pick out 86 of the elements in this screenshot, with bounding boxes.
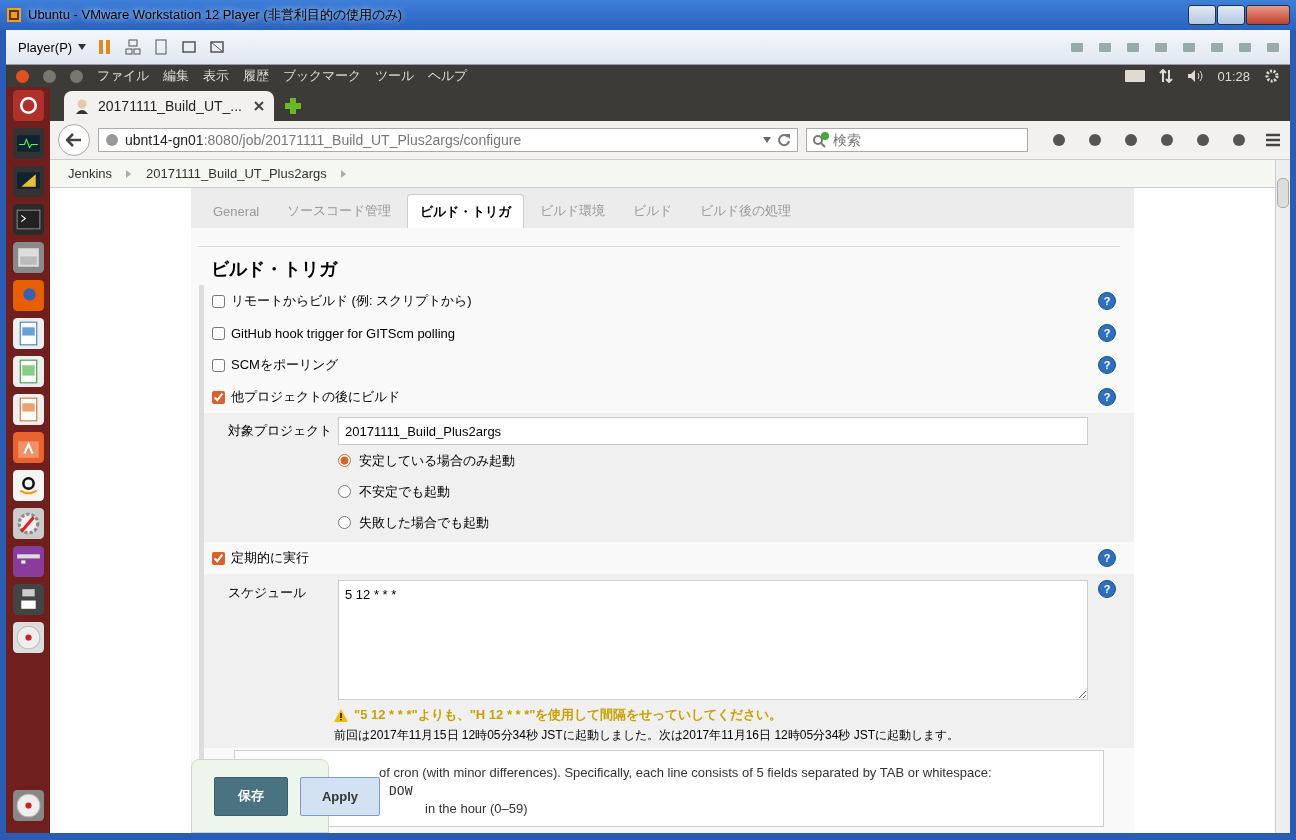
spreadsheet-icon[interactable] [11, 355, 45, 388]
help-icon[interactable]: ? [1098, 580, 1116, 598]
checkbox[interactable] [212, 358, 225, 372]
help-text: of cron (with minor differences). Specifically, each line consists of 5 fields separated by TAB or whitespace: [379, 765, 992, 780]
checkbox-label: リモートからビルド (例: スクリプトから) [231, 292, 473, 310]
radio-label: 不安定でも起動 [359, 482, 450, 501]
radio-button[interactable] [338, 454, 351, 467]
apply-button[interactable]: Apply [300, 776, 380, 816]
checkbox[interactable] [212, 326, 225, 340]
help-icon[interactable]: ? [1098, 356, 1116, 374]
keyboard-icon[interactable] [1125, 70, 1146, 82]
help-icon[interactable]: ? [1098, 388, 1116, 406]
window-icon[interactable] [11, 545, 45, 578]
checkbox[interactable] [212, 294, 225, 308]
checkbox-label: SCMをポーリング [231, 356, 339, 374]
next-run-text: 前回は2017年11月15日 12時05分34秒 JSTに起動しました。次は2017年11月16日 12時05分34秒 JSTに起動します。 [334, 727, 961, 744]
checkbox-label: GitHub hook trigger for GITScm polling [231, 325, 456, 341]
player-menu[interactable]: Player(P) [14, 37, 77, 57]
search-icon [812, 132, 830, 148]
radio-button[interactable] [338, 485, 351, 498]
terminal-icon[interactable] [11, 203, 45, 236]
save-button[interactable]: 保存 [214, 776, 288, 816]
menu-item[interactable]: 表示 [203, 67, 229, 85]
pulse-monitor-icon[interactable] [11, 127, 45, 160]
schedule-field[interactable]: 5 12 * * * [338, 580, 1088, 700]
app-logo-icon [6, 7, 22, 23]
checkbox-label: 定期的に実行 [231, 549, 310, 567]
help-icon[interactable]: ? [1098, 324, 1116, 342]
address-field[interactable]: ubnt14-gn01:8080/job/20171111_Build_UT_Plus2args/configure [98, 128, 798, 152]
close-button[interactable] [16, 69, 29, 83]
gear-icon[interactable] [11, 507, 45, 540]
back-arrow-icon [66, 133, 82, 147]
breadcrumb-link[interactable]: Jenkins [68, 166, 113, 181]
radio-label: 安定している場合のみ起動 [359, 451, 515, 470]
browser-tab[interactable]: 20171111_Build_UT_... [64, 91, 274, 121]
chevron-icon [126, 169, 133, 178]
trash-icon[interactable] [11, 789, 45, 822]
section-title: ビルド・トリガ [210, 258, 339, 281]
checkbox-label: 他プロジェクトの後にビルド [231, 388, 401, 406]
network-arrows-icon[interactable] [1159, 69, 1174, 83]
radio-label: 失敗した場合でも起動 [359, 513, 489, 532]
circle-logo-icon[interactable] [11, 89, 45, 122]
config-tab[interactable]: ビルド・トリガ [407, 194, 525, 228]
minimize-button[interactable] [1188, 5, 1216, 25]
window-title: Ubuntu - VMware Workstation 12 Player (非営利目的の使用のみ) [28, 6, 403, 24]
clock[interactable]: 01:28 [1217, 68, 1250, 84]
menu-icon[interactable] [1264, 131, 1282, 149]
reload-icon[interactable] [777, 133, 791, 147]
fullscreen-icon[interactable] [180, 38, 199, 56]
menu-item[interactable]: ブックマーク [283, 67, 361, 85]
ruler-screen-icon[interactable] [11, 165, 45, 198]
field-label: 対象プロジェクト [228, 422, 328, 440]
menu-item[interactable]: ツール [375, 67, 414, 85]
warning-icon [334, 708, 348, 722]
format-text: DOW [389, 783, 413, 798]
close-icon[interactable] [254, 101, 264, 111]
breadcrumb-link[interactable]: 20171111_Build_UT_Plus2args [146, 166, 327, 181]
back-button[interactable] [58, 124, 90, 156]
chevron-icon [340, 169, 347, 178]
menu-item[interactable]: 編集 [163, 67, 189, 85]
unity-icon[interactable] [208, 38, 227, 56]
caret-icon[interactable] [78, 44, 87, 50]
help-text: in the hour (0–59) [425, 801, 528, 816]
warning-text: "5 12 * * *"よりも、"H 12 * * *"を使用して間隔をせっていしてください。 [354, 706, 783, 724]
presentation-icon[interactable] [11, 393, 45, 426]
scrollbar[interactable] [1275, 160, 1290, 833]
close-button[interactable] [1246, 5, 1290, 25]
document-icon[interactable] [11, 317, 45, 350]
field-label: スケジュール [228, 584, 307, 602]
radio-button[interactable] [338, 516, 351, 529]
menu-item[interactable]: ヘルプ [428, 67, 467, 85]
cabinet-icon[interactable] [11, 241, 45, 274]
checkbox[interactable] [212, 390, 225, 404]
checkbox[interactable] [212, 551, 225, 565]
help-icon[interactable]: ? [1098, 292, 1116, 310]
butler-icon [74, 98, 90, 114]
menu-item[interactable]: 履歴 [243, 67, 269, 85]
project-field[interactable]: 20171111_Build_Plus2args [338, 417, 1088, 445]
maximize-button[interactable] [1217, 5, 1245, 25]
gear-icon[interactable] [1264, 68, 1280, 84]
search-field[interactable]: 検索 [806, 128, 1028, 152]
help-icon[interactable]: ? [1098, 549, 1116, 567]
dropdown-icon[interactable] [763, 137, 771, 143]
new-tab-icon[interactable] [284, 97, 302, 115]
volume-icon[interactable] [1187, 69, 1204, 83]
menu-item[interactable]: ファイル [97, 67, 149, 85]
